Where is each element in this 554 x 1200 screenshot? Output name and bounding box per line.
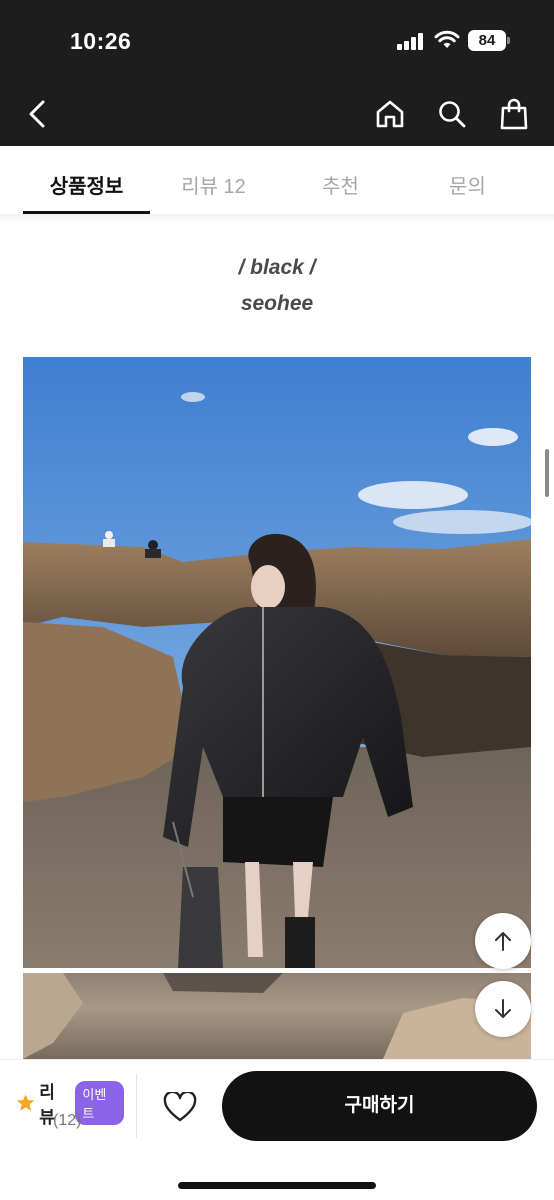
home-icon: [376, 100, 404, 128]
scroll-to-bottom-button[interactable]: [475, 981, 531, 1037]
product-tabs: 상품정보 리뷰 12 추천 문의: [0, 146, 554, 214]
tab-inquiry[interactable]: 문의: [404, 146, 531, 214]
star-icon: [16, 1094, 35, 1111]
review-count: (12): [53, 1112, 82, 1129]
tab-product-info[interactable]: 상품정보: [23, 146, 150, 214]
tab-reviews[interactable]: 리뷰 12: [150, 146, 277, 214]
product-caption-color: / black /: [238, 256, 316, 279]
arrow-up-icon: [495, 932, 511, 951]
like-button[interactable]: [160, 1088, 200, 1126]
cellular-signal-icon: [397, 32, 423, 50]
wifi-icon: [434, 30, 460, 48]
home-button[interactable]: [372, 96, 408, 132]
product-photo-image: [23, 357, 531, 968]
scroll-to-top-button[interactable]: [475, 913, 531, 969]
back-button[interactable]: [20, 96, 56, 132]
app-header: [0, 84, 554, 146]
bottom-bar-divider: [136, 1074, 137, 1138]
home-indicator: [178, 1182, 376, 1189]
status-time: 10:26: [70, 28, 132, 54]
product-photo: [23, 357, 531, 968]
product-photo-secondary: [23, 973, 531, 1059]
tab-recommendations[interactable]: 추천: [277, 146, 404, 214]
chevron-left-icon: [29, 100, 45, 128]
status-bar: 10:26 84: [0, 0, 554, 84]
battery-indicator: 84: [468, 30, 506, 51]
product-caption-model: seohee: [240, 292, 314, 315]
scrollbar-thumb[interactable]: [545, 449, 549, 497]
shopping-bag-icon: [500, 98, 528, 130]
event-badge: 이벤트: [75, 1081, 124, 1125]
tabs-divider: [0, 214, 554, 224]
search-button[interactable]: [434, 96, 470, 132]
arrow-down-icon: [495, 999, 511, 1018]
battery-tip: [507, 37, 510, 44]
buy-button[interactable]: 구매하기: [222, 1071, 537, 1141]
product-photo-secondary-image: [23, 973, 531, 1059]
heart-icon: [163, 1092, 197, 1122]
cart-button[interactable]: [496, 96, 532, 132]
bottom-purchase-bar: 리뷰 이벤트 (12) 구매하기: [0, 1059, 554, 1200]
review-summary[interactable]: 리뷰 이벤트 (12): [16, 1078, 124, 1138]
search-icon: [439, 101, 466, 128]
